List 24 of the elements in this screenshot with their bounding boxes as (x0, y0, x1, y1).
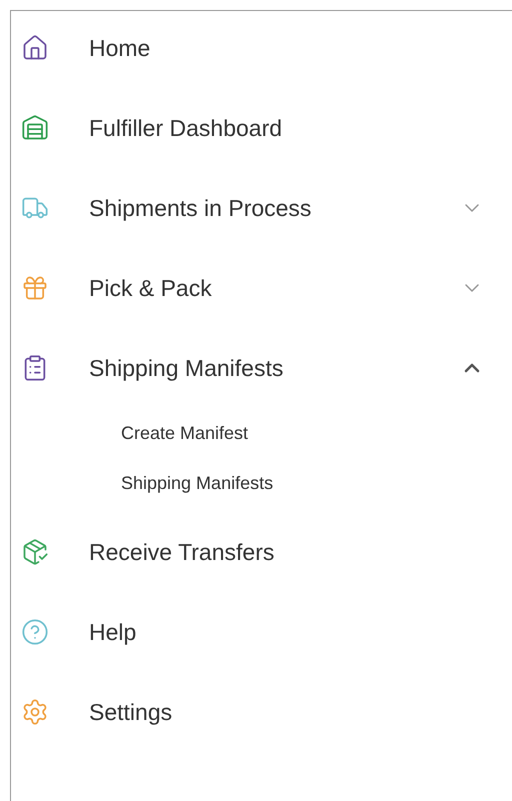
nav-label: Pick & Pack (89, 274, 212, 303)
nav-label: Fulfiller Dashboard (89, 114, 282, 143)
submenu-item[interactable]: Create Manifest (121, 420, 248, 446)
home-icon (21, 34, 49, 62)
nav-item[interactable]: Fulfiller Dashboard (11, 88, 512, 168)
nav-item[interactable]: Shipping Manifests (11, 328, 512, 408)
nav-label: Help (89, 618, 136, 647)
nav-label: Settings (89, 698, 172, 727)
settings-icon (21, 698, 49, 726)
nav-item[interactable]: Pick & Pack (11, 248, 512, 328)
nav-label: Receive Transfers (89, 538, 274, 567)
nav-item[interactable]: Shipments in Process (11, 168, 512, 248)
help-icon (21, 618, 49, 646)
nav-label: Shipping Manifests (89, 354, 284, 383)
gift-box-icon (21, 274, 49, 302)
warehouse-icon (21, 114, 49, 142)
nav-item[interactable]: Help (11, 592, 512, 672)
nav-label: Shipments in Process (89, 194, 312, 223)
nav-item[interactable]: Settings (11, 672, 512, 752)
submenu-item[interactable]: Shipping Manifests (121, 470, 274, 496)
nav-item[interactable]: Home (11, 8, 512, 88)
nav-item[interactable]: Receive Transfers (11, 512, 512, 592)
nav-label: Home (89, 34, 150, 63)
package-check-icon (21, 538, 49, 566)
